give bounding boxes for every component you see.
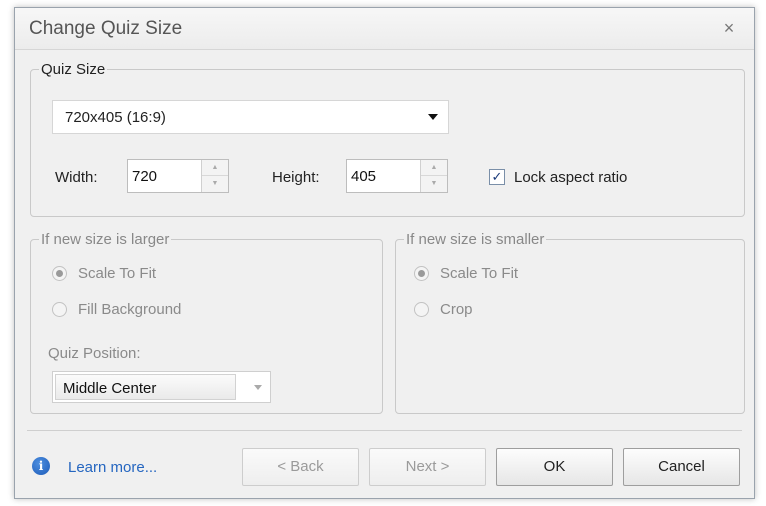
- width-spinner-buttons: ▲ ▼: [201, 160, 228, 192]
- larger-scale-to-fit-label[interactable]: Scale To Fit: [78, 265, 156, 282]
- size-preset-value: 720x405 (16:9): [65, 109, 166, 126]
- next-button[interactable]: Next >: [369, 448, 486, 486]
- change-quiz-size-dialog: Change Quiz Size × Quiz Size 720x405 (16…: [14, 7, 755, 499]
- crop-radio[interactable]: [414, 302, 429, 317]
- info-icon: i: [32, 457, 50, 475]
- quiz-position-dropdown[interactable]: Middle Center: [52, 371, 271, 403]
- smaller-scale-to-fit-label[interactable]: Scale To Fit: [440, 265, 518, 282]
- smaller-scale-to-fit-radio[interactable]: [414, 266, 429, 281]
- close-icon[interactable]: ×: [718, 16, 740, 40]
- height-increment-icon[interactable]: ▲: [421, 160, 447, 176]
- footer-divider: [27, 430, 742, 431]
- width-increment-icon[interactable]: ▲: [202, 160, 228, 176]
- height-decrement-icon[interactable]: ▼: [421, 176, 447, 192]
- quiz-position-value: Middle Center: [63, 380, 157, 397]
- crop-label[interactable]: Crop: [440, 301, 473, 318]
- ok-button[interactable]: OK: [496, 448, 613, 486]
- if-smaller-legend: If new size is smaller: [406, 231, 545, 248]
- cancel-button[interactable]: Cancel: [623, 448, 740, 486]
- chevron-down-icon: [428, 114, 438, 120]
- height-input[interactable]: 405: [351, 168, 376, 185]
- height-spinner[interactable]: 405 ▲ ▼: [346, 159, 448, 193]
- title-bar: Change Quiz Size ×: [15, 8, 754, 50]
- quiz-position-label: Quiz Position:: [48, 345, 141, 362]
- dialog-title: Change Quiz Size: [29, 18, 183, 39]
- height-label: Height:: [272, 169, 320, 186]
- width-decrement-icon[interactable]: ▼: [202, 176, 228, 192]
- lock-aspect-checkbox[interactable]: ✓: [489, 169, 505, 185]
- width-label: Width:: [55, 169, 98, 186]
- if-smaller-group: If new size is smaller: [395, 231, 745, 414]
- learn-more-link[interactable]: Learn more...: [68, 459, 157, 476]
- size-preset-dropdown[interactable]: 720x405 (16:9): [52, 100, 449, 134]
- lock-aspect-label[interactable]: Lock aspect ratio: [514, 169, 627, 186]
- larger-scale-to-fit-radio[interactable]: [52, 266, 67, 281]
- quiz-position-field: Middle Center: [55, 374, 236, 400]
- width-spinner[interactable]: 720 ▲ ▼: [127, 159, 229, 193]
- quiz-size-legend: Quiz Size: [41, 61, 106, 78]
- if-larger-legend: If new size is larger: [41, 231, 170, 248]
- height-spinner-buttons: ▲ ▼: [420, 160, 447, 192]
- fill-background-label[interactable]: Fill Background: [78, 301, 181, 318]
- back-button[interactable]: < Back: [242, 448, 359, 486]
- quiz-size-group: Quiz Size: [30, 61, 745, 217]
- fill-background-radio[interactable]: [52, 302, 67, 317]
- chevron-down-icon: [254, 385, 262, 390]
- width-input[interactable]: 720: [132, 168, 157, 185]
